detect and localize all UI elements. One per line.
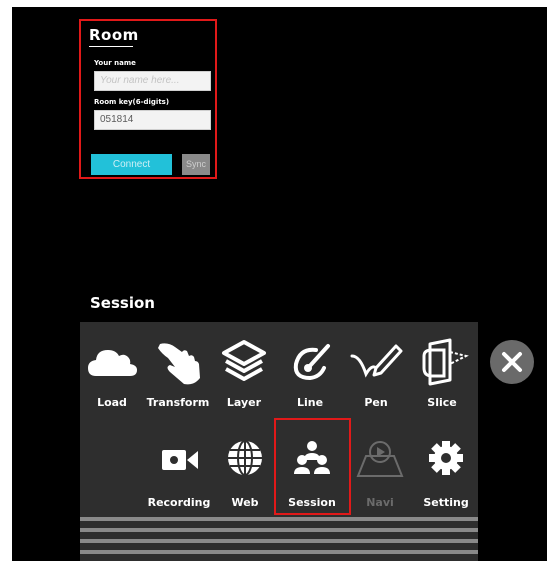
tool-setting[interactable]: Setting — [416, 434, 476, 524]
tool-label: Setting — [423, 496, 469, 509]
line-icon — [293, 344, 330, 381]
room-panel: Room Your name Your name here... Room ke… — [79, 19, 217, 179]
tool-label: Load — [97, 396, 127, 409]
sync-button[interactable]: Sync — [182, 154, 210, 175]
tool-line[interactable]: Line — [280, 334, 340, 424]
tool-label: Web — [231, 496, 259, 509]
hand-icon — [158, 343, 200, 385]
tool-label: Navi — [366, 496, 394, 509]
gear-icon — [429, 441, 463, 475]
tool-load[interactable]: Load — [82, 334, 142, 424]
globe-icon — [228, 440, 262, 476]
name-input[interactable]: Your name here... — [94, 71, 211, 91]
connect-button[interactable]: Connect — [91, 154, 172, 175]
tool-label: Recording — [147, 496, 211, 509]
close-button[interactable] — [490, 340, 534, 384]
room-key-input[interactable]: 051814 — [94, 110, 211, 130]
section-title: Session — [90, 294, 155, 312]
session-highlight-box — [274, 418, 351, 515]
tool-slice[interactable]: Slice — [412, 334, 472, 424]
tool-menu: Load Transform Layer Line Pen Slice Reco… — [80, 322, 478, 561]
layers-icon — [222, 340, 266, 381]
tool-pen[interactable]: Pen — [346, 334, 406, 424]
tool-label: Transform — [146, 396, 210, 409]
tool-transform[interactable]: Transform — [147, 334, 209, 424]
tool-label: Line — [296, 396, 324, 409]
room-title: Room — [89, 26, 139, 44]
close-icon — [502, 352, 522, 372]
name-label: Your name — [94, 59, 136, 67]
tool-label: Layer — [226, 396, 262, 409]
tool-layer[interactable]: Layer — [214, 334, 274, 424]
tool-label: Slice — [427, 396, 457, 409]
tool-navi: Navi — [350, 434, 410, 524]
video-camera-icon — [162, 450, 198, 470]
scroll-area[interactable] — [80, 517, 478, 561]
pen-icon — [350, 344, 403, 378]
tool-label: Pen — [364, 396, 388, 409]
navi-icon — [356, 441, 404, 477]
room-title-underline — [89, 46, 133, 47]
tool-web[interactable]: Web — [215, 434, 275, 524]
slice-icon — [422, 338, 469, 386]
vr-viewport: Room Your name Your name here... Room ke… — [12, 7, 547, 561]
tool-recording[interactable]: Recording — [148, 434, 210, 524]
room-key-label: Room key(6-digits) — [94, 98, 170, 106]
cloud-icon — [88, 350, 137, 376]
